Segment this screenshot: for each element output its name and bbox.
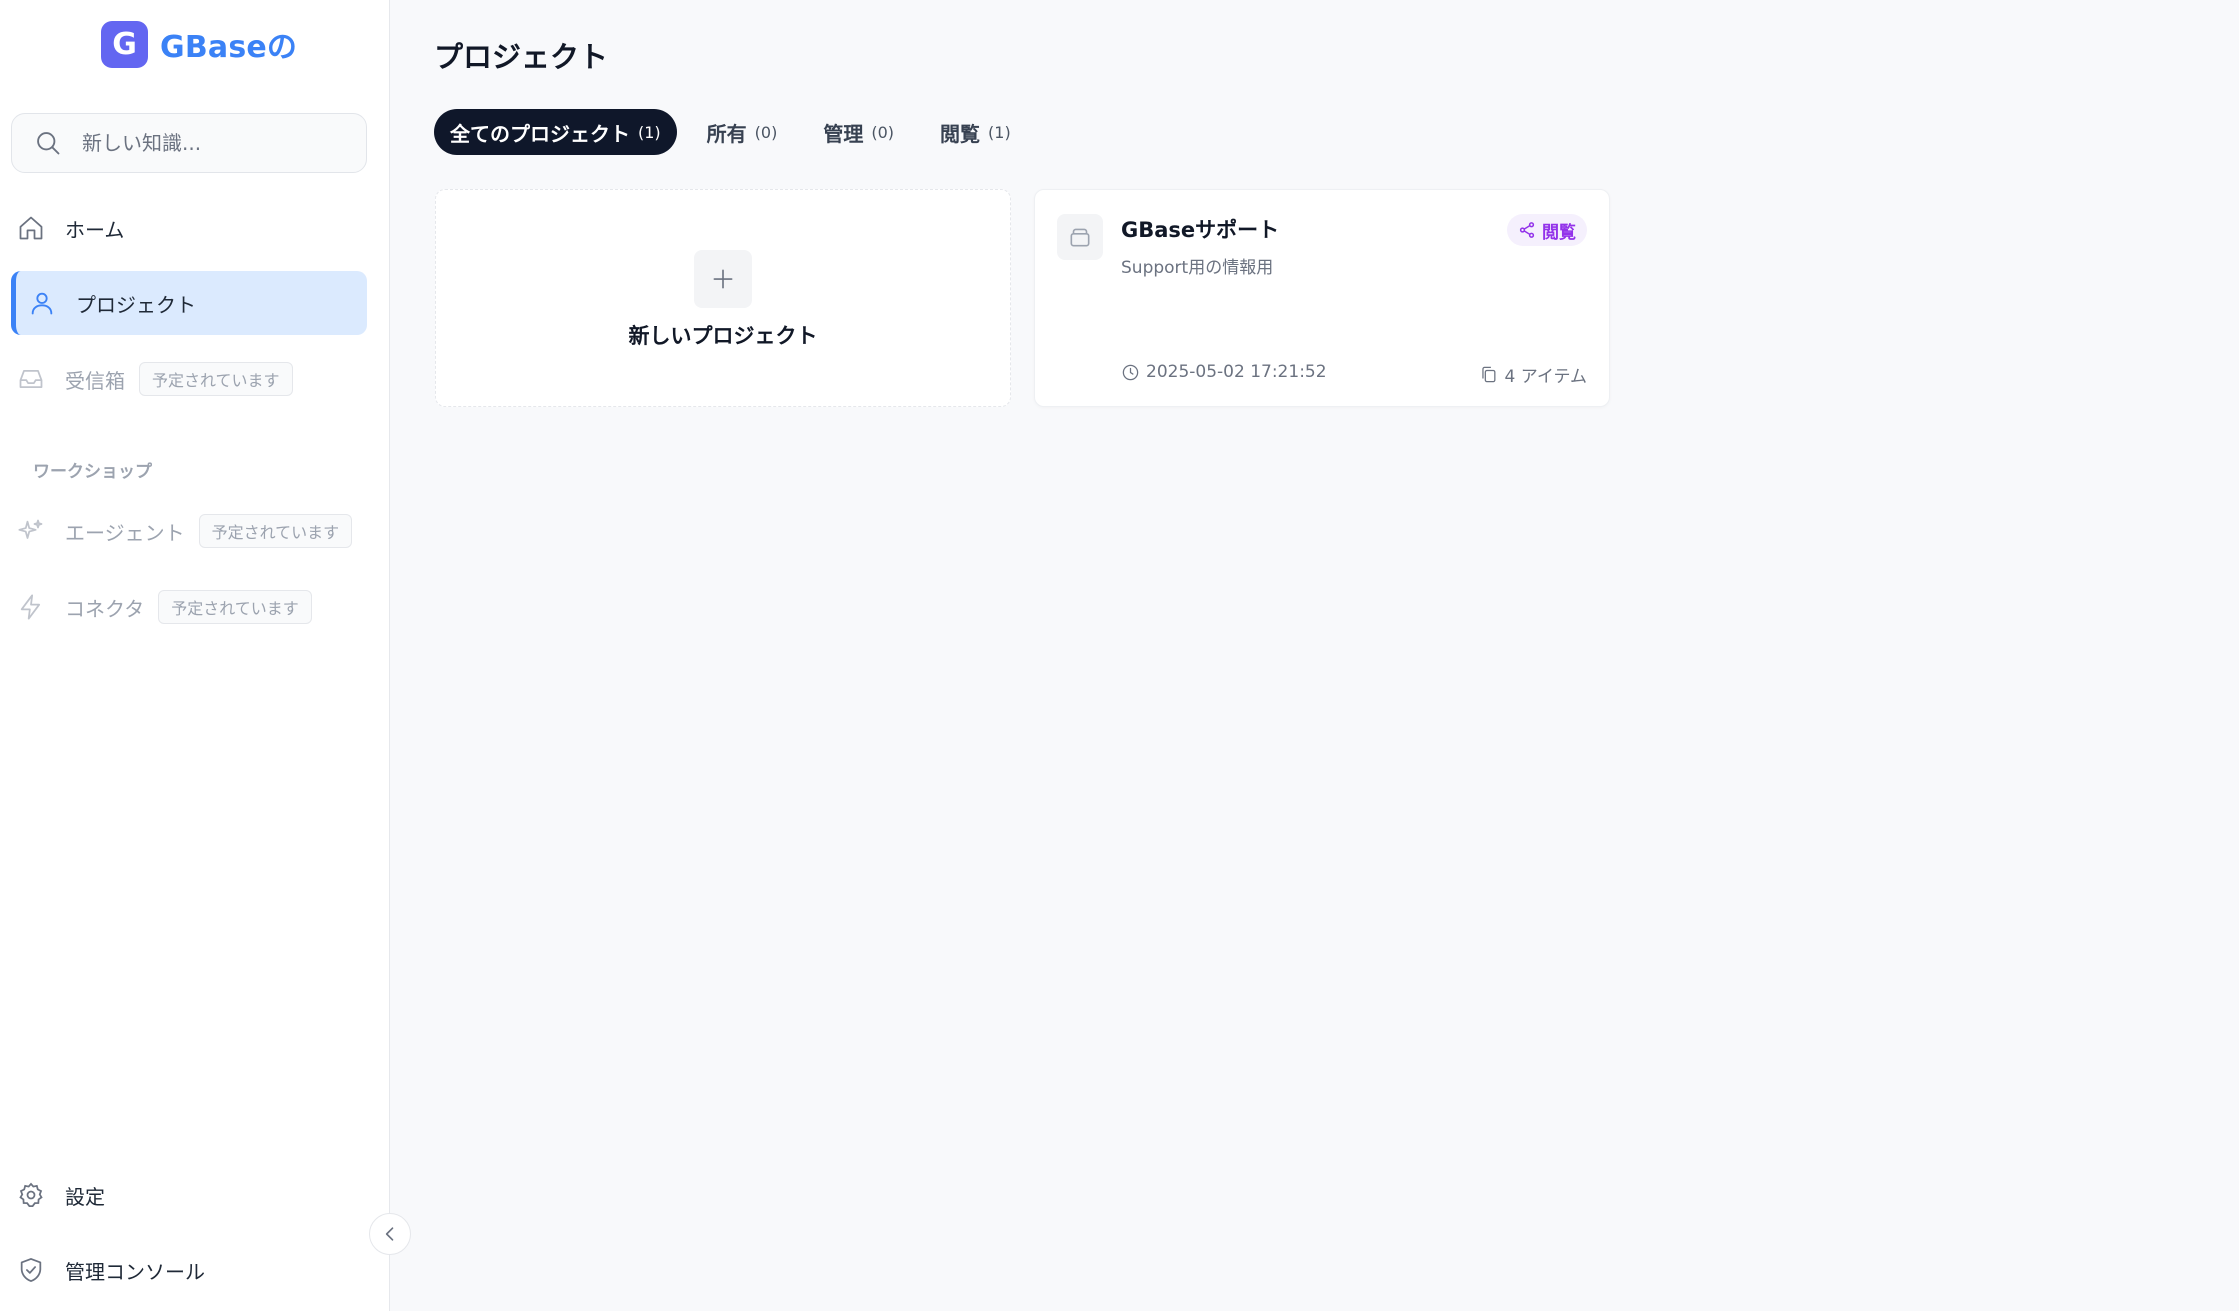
new-project-label: 新しいプロジェクト bbox=[628, 324, 818, 348]
shield-icon bbox=[20, 1258, 42, 1282]
tab-label: 所有 bbox=[706, 121, 747, 146]
coming-soon-badge: 予定されています bbox=[139, 362, 293, 396]
folder-stack-icon bbox=[1070, 228, 1090, 247]
sidebar-item-label: 設定 bbox=[65, 1184, 105, 1209]
sidebar-item-inbox[interactable]: 受信箱 予定されています bbox=[11, 347, 367, 411]
sidebar-item-agents[interactable]: エージェント 予定されています bbox=[11, 499, 367, 563]
sidebar-item-home[interactable]: ホーム bbox=[11, 196, 367, 260]
sidebar-item-settings[interactable]: 設定 bbox=[11, 1163, 367, 1227]
app-name: GBaseの bbox=[160, 30, 298, 65]
access-badge-label: 閲覧 bbox=[1542, 222, 1576, 243]
coming-soon-badge: 予定されています bbox=[158, 590, 312, 624]
tab-label: 閲覧 bbox=[940, 121, 981, 146]
sidebar-item-projects[interactable]: プロジェクト bbox=[11, 271, 367, 335]
chevron-left-icon bbox=[385, 1227, 394, 1241]
sidebar-item-label: 管理コンソール bbox=[65, 1259, 205, 1284]
sidebar-item-connectors[interactable]: コネクタ 予定されています bbox=[11, 575, 367, 639]
tab-label: 全てのプロジェクト bbox=[450, 121, 630, 146]
home-icon bbox=[19, 216, 43, 240]
copy-icon bbox=[1482, 366, 1496, 383]
sidebar-item-label: ホーム bbox=[65, 217, 125, 242]
tab-managed[interactable]: 管理 (0) bbox=[807, 109, 910, 155]
logo[interactable]: G GBaseの bbox=[101, 20, 297, 68]
inbox-icon bbox=[19, 369, 43, 389]
tab-count: (1) bbox=[638, 122, 661, 142]
tab-label: 管理 bbox=[823, 121, 864, 146]
project-date-text: 2025-05-02 17:21:52 bbox=[1146, 362, 1327, 382]
tab-count: (0) bbox=[754, 122, 778, 142]
search-icon bbox=[37, 132, 60, 155]
gear-icon bbox=[19, 1182, 43, 1207]
coming-soon-badge: 予定されています bbox=[198, 514, 353, 548]
sidebar-item-label: 受信箱 bbox=[65, 368, 125, 393]
plus-icon-box bbox=[694, 250, 752, 308]
tab-all-projects[interactable]: 全てのプロジェクト (1) bbox=[434, 109, 677, 155]
collapse-sidebar-button[interactable] bbox=[369, 1213, 411, 1255]
plus-icon bbox=[713, 269, 733, 289]
tab-owned[interactable]: 所有 (0) bbox=[691, 109, 794, 155]
sidebar-item-label: コネクタ bbox=[65, 596, 145, 621]
tab-count: (1) bbox=[988, 122, 1011, 142]
project-icon-box bbox=[1057, 214, 1103, 260]
section-label-workshop: ワークショップ bbox=[33, 462, 152, 482]
page-title: プロジェクト bbox=[434, 40, 609, 74]
search-box[interactable] bbox=[11, 113, 367, 173]
lightning-icon bbox=[20, 594, 41, 620]
search-input[interactable] bbox=[82, 131, 352, 155]
filter-tabs: 全てのプロジェクト (1) 所有 (0) 管理 (0) 閲覧 (1) bbox=[434, 109, 1027, 155]
project-date: 2025-05-02 17:21:52 bbox=[1121, 362, 1327, 382]
sidebar-item-label: プロジェクト bbox=[76, 292, 196, 317]
tab-count: (0) bbox=[871, 122, 895, 142]
sidebar-item-label: エージェント bbox=[65, 520, 185, 545]
project-name: GBaseサポート bbox=[1121, 218, 1280, 242]
clock-icon bbox=[1122, 364, 1139, 380]
sidebar-item-admin-console[interactable]: 管理コンソール bbox=[11, 1238, 367, 1302]
access-badge: 閲覧 bbox=[1507, 214, 1587, 246]
new-project-card[interactable]: 新しいプロジェクト bbox=[435, 189, 1011, 407]
project-item-count: 4 アイテム bbox=[1479, 362, 1587, 387]
sparkles-icon bbox=[18, 519, 43, 539]
project-description: Support用の情報用 bbox=[1121, 258, 1274, 278]
logo-mark: G bbox=[101, 20, 148, 68]
project-card[interactable]: GBaseサポート Support用の情報用 閲覧 2025-05-02 17:… bbox=[1034, 189, 1610, 407]
project-item-count-text: 4 アイテム bbox=[1504, 367, 1587, 387]
sidebar: G GBaseの ホーム プロジェクト 受信箱 予定されています ワークショップ… bbox=[0, 0, 411, 1311]
share-icon bbox=[1519, 222, 1535, 238]
user-icon bbox=[31, 292, 53, 315]
app-root: G GBaseの ホーム プロジェクト 受信箱 予定されています ワークショップ… bbox=[0, 0, 2239, 1311]
tab-viewing[interactable]: 閲覧 (1) bbox=[924, 109, 1027, 155]
